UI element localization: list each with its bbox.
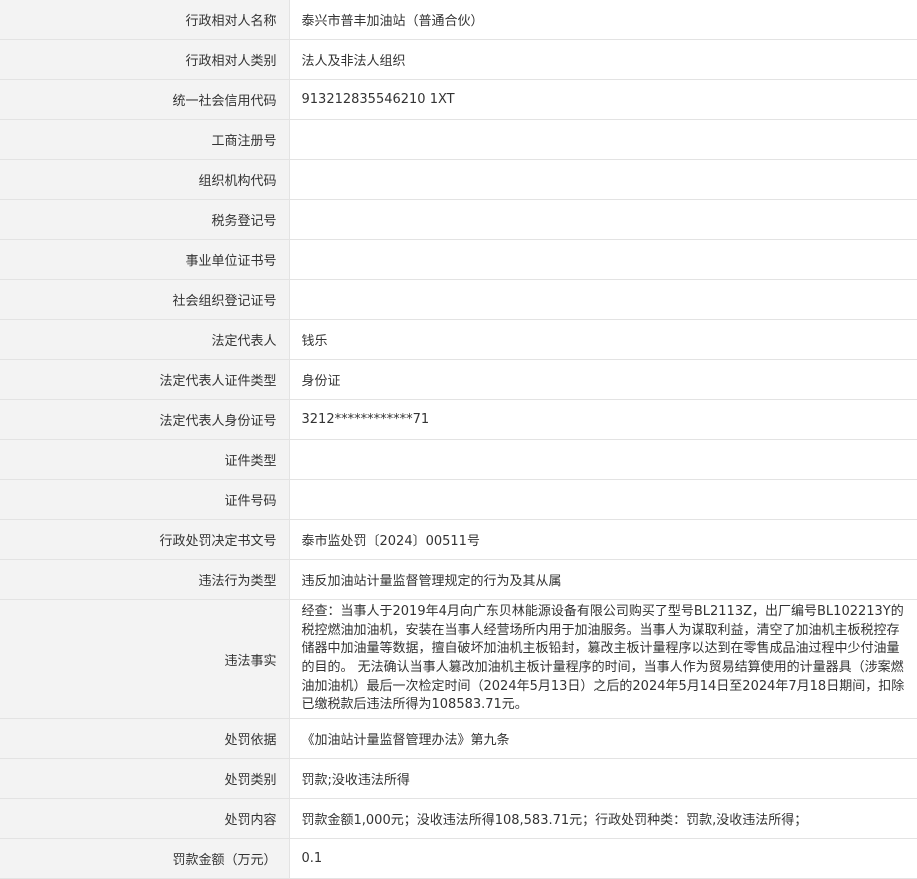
field-label: 工商注册号 xyxy=(0,119,290,160)
table-row-legal-rep-id-type: 法定代表人证件类型 身份证 xyxy=(0,359,917,400)
table-row-business-reg-no: 工商注册号 xyxy=(0,119,917,160)
field-label: 处罚内容 xyxy=(0,798,290,839)
field-value xyxy=(289,239,917,280)
field-label: 法定代表人身份证号 xyxy=(0,399,290,440)
table-row-legal-rep: 法定代表人 钱乐 xyxy=(0,319,917,360)
field-value: 3212************71 xyxy=(289,399,917,440)
table-row-party-name: 行政相对人名称 泰兴市普丰加油站（普通合伙） xyxy=(0,0,917,40)
field-value: 钱乐 xyxy=(289,319,917,360)
field-label: 统一社会信用代码 xyxy=(0,79,290,120)
table-row-id-no: 证件号码 xyxy=(0,479,917,520)
field-label: 税务登记号 xyxy=(0,199,290,240)
field-label: 证件号码 xyxy=(0,479,290,520)
field-label: 事业单位证书号 xyxy=(0,239,290,280)
table-row-violation-facts: 违法事实 经查：当事人于2019年4月向广东贝林能源设备有限公司购买了型号BL2… xyxy=(0,599,917,719)
field-value xyxy=(289,439,917,480)
table-row-penalty-content: 处罚内容 罚款金额1,000元；没收违法所得108,583.71元；行政处罚种类… xyxy=(0,798,917,839)
field-value xyxy=(289,479,917,520)
field-value: 罚款金额1,000元；没收违法所得108,583.71元；行政处罚种类：罚款,没… xyxy=(289,798,917,839)
table-row-social-org-reg-no: 社会组织登记证号 xyxy=(0,279,917,320)
field-label: 违法行为类型 xyxy=(0,559,290,600)
field-label: 证件类型 xyxy=(0,439,290,480)
table-row-institution-cert-no: 事业单位证书号 xyxy=(0,239,917,280)
table-row-decision-no: 行政处罚决定书文号 泰市监处罚〔2024〕00511号 xyxy=(0,519,917,560)
field-label: 罚款金额（万元） xyxy=(0,838,290,879)
table-row-penalty-basis: 处罚依据 《加油站计量监督管理办法》第九条 xyxy=(0,718,917,759)
table-row-credit-code: 统一社会信用代码 913212835546210 1XT xyxy=(0,79,917,120)
field-label: 行政相对人类别 xyxy=(0,39,290,80)
table-row-penalty-category: 处罚类别 罚款;没收违法所得 xyxy=(0,758,917,799)
field-label: 组织机构代码 xyxy=(0,159,290,200)
field-value: 泰市监处罚〔2024〕00511号 xyxy=(289,519,917,560)
table-row-violation-type: 违法行为类型 违反加油站计量监督管理规定的行为及其从属 xyxy=(0,559,917,600)
field-value: 《加油站计量监督管理办法》第九条 xyxy=(289,718,917,759)
field-value xyxy=(289,159,917,200)
field-label: 法定代表人 xyxy=(0,319,290,360)
table-row-fine-amount: 罚款金额（万元） 0.1 xyxy=(0,838,917,879)
field-value: 身份证 xyxy=(289,359,917,400)
field-label: 处罚依据 xyxy=(0,718,290,759)
field-value: 913212835546210 1XT xyxy=(289,79,917,120)
field-value: 泰兴市普丰加油站（普通合伙） xyxy=(289,0,917,40)
field-label: 法定代表人证件类型 xyxy=(0,359,290,400)
table-row-org-code: 组织机构代码 xyxy=(0,159,917,200)
field-value: 经查：当事人于2019年4月向广东贝林能源设备有限公司购买了型号BL2113Z，… xyxy=(289,599,917,719)
field-label: 社会组织登记证号 xyxy=(0,279,290,320)
field-label: 处罚类别 xyxy=(0,758,290,799)
field-value xyxy=(289,199,917,240)
table-row-legal-rep-id-no: 法定代表人身份证号 3212************71 xyxy=(0,399,917,440)
field-value: 法人及非法人组织 xyxy=(289,39,917,80)
field-value: 0.1 xyxy=(289,838,917,879)
field-value xyxy=(289,119,917,160)
table-row-party-category: 行政相对人类别 法人及非法人组织 xyxy=(0,39,917,80)
field-label: 行政相对人名称 xyxy=(0,0,290,40)
table-row-id-type: 证件类型 xyxy=(0,439,917,480)
table-row-tax-reg-no: 税务登记号 xyxy=(0,199,917,240)
field-label: 违法事实 xyxy=(0,599,290,719)
field-label: 行政处罚决定书文号 xyxy=(0,519,290,560)
penalty-info-table: 行政相对人名称 泰兴市普丰加油站（普通合伙） 行政相对人类别 法人及非法人组织 … xyxy=(0,0,917,879)
field-value: 违反加油站计量监督管理规定的行为及其从属 xyxy=(289,559,917,600)
field-value xyxy=(289,279,917,320)
field-value: 罚款;没收违法所得 xyxy=(289,758,917,799)
